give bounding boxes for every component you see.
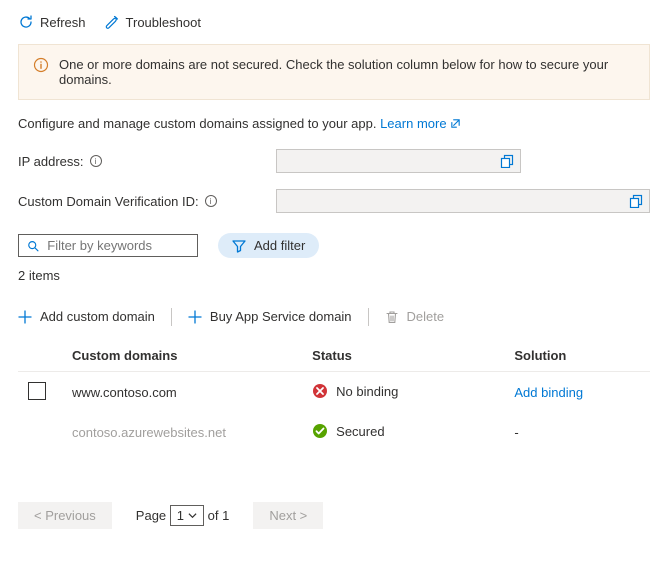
pagination: < Previous Page 1 of 1 Next > bbox=[18, 502, 650, 529]
ip-address-value bbox=[276, 149, 521, 173]
plus-icon bbox=[18, 310, 32, 324]
copy-icon[interactable] bbox=[629, 194, 643, 208]
table-row: contoso.azurewebsites.net Secured - bbox=[18, 413, 650, 452]
previous-page-button: < Previous bbox=[18, 502, 112, 529]
wrench-icon bbox=[104, 14, 120, 30]
error-icon bbox=[312, 383, 328, 399]
add-filter-button[interactable]: Add filter bbox=[218, 233, 319, 258]
add-custom-domain-button[interactable]: Add custom domain bbox=[18, 307, 171, 326]
intro-text: Configure and manage custom domains assi… bbox=[18, 116, 376, 131]
warning-text: One or more domains are not secured. Che… bbox=[59, 57, 635, 87]
item-count: 2 items bbox=[18, 268, 650, 283]
domain-cell: contoso.azurewebsites.net bbox=[62, 413, 302, 452]
external-link-icon bbox=[450, 118, 461, 129]
trash-icon bbox=[385, 310, 399, 324]
table-row[interactable]: www.contoso.com No binding Add binding bbox=[18, 372, 650, 414]
learn-more-link[interactable]: Learn more bbox=[380, 116, 461, 131]
info-warning-icon bbox=[33, 57, 49, 73]
info-icon[interactable]: i bbox=[205, 195, 217, 207]
col-domain[interactable]: Custom domains bbox=[62, 340, 302, 372]
domains-table: Custom domains Status Solution www.conto… bbox=[18, 340, 650, 452]
col-checkbox bbox=[18, 340, 62, 372]
delete-button: Delete bbox=[369, 307, 461, 326]
filter-input[interactable] bbox=[47, 238, 189, 253]
refresh-button[interactable]: Refresh bbox=[18, 12, 86, 32]
col-solution[interactable]: Solution bbox=[504, 340, 650, 372]
troubleshoot-label: Troubleshoot bbox=[126, 15, 201, 30]
search-icon bbox=[27, 239, 39, 253]
ip-address-label: IP address: i bbox=[18, 154, 268, 169]
verification-id-value bbox=[276, 189, 650, 213]
refresh-label: Refresh bbox=[40, 15, 86, 30]
warning-banner: One or more domains are not secured. Che… bbox=[18, 44, 650, 100]
intro-text-row: Configure and manage custom domains assi… bbox=[18, 116, 650, 131]
search-box[interactable] bbox=[18, 234, 198, 257]
status-cell: No binding bbox=[312, 383, 398, 399]
buy-domain-button[interactable]: Buy App Service domain bbox=[172, 307, 368, 326]
filter-row: Add filter bbox=[18, 233, 650, 258]
ip-address-row: IP address: i bbox=[18, 149, 650, 173]
chevron-down-icon bbox=[188, 511, 197, 520]
info-icon[interactable]: i bbox=[90, 155, 102, 167]
verification-id-row: Custom Domain Verification ID: i bbox=[18, 189, 650, 213]
success-icon bbox=[312, 423, 328, 439]
add-binding-link[interactable]: Add binding bbox=[514, 385, 583, 400]
troubleshoot-button[interactable]: Troubleshoot bbox=[104, 12, 201, 32]
action-bar: Add custom domain Buy App Service domain… bbox=[18, 307, 650, 326]
copy-icon[interactable] bbox=[500, 154, 514, 168]
verification-id-label: Custom Domain Verification ID: i bbox=[18, 194, 268, 209]
next-page-button: Next > bbox=[253, 502, 323, 529]
solution-cell: - bbox=[504, 413, 650, 452]
page-select[interactable]: 1 bbox=[170, 505, 204, 526]
status-cell: Secured bbox=[312, 423, 384, 439]
filter-icon bbox=[232, 239, 246, 253]
refresh-icon bbox=[18, 14, 34, 30]
domain-cell: www.contoso.com bbox=[62, 372, 302, 414]
toolbar: Refresh Troubleshoot bbox=[18, 12, 650, 32]
col-status[interactable]: Status bbox=[302, 340, 504, 372]
page-indicator: Page 1 of 1 bbox=[136, 505, 230, 526]
plus-icon bbox=[188, 310, 202, 324]
row-checkbox[interactable] bbox=[28, 382, 46, 400]
